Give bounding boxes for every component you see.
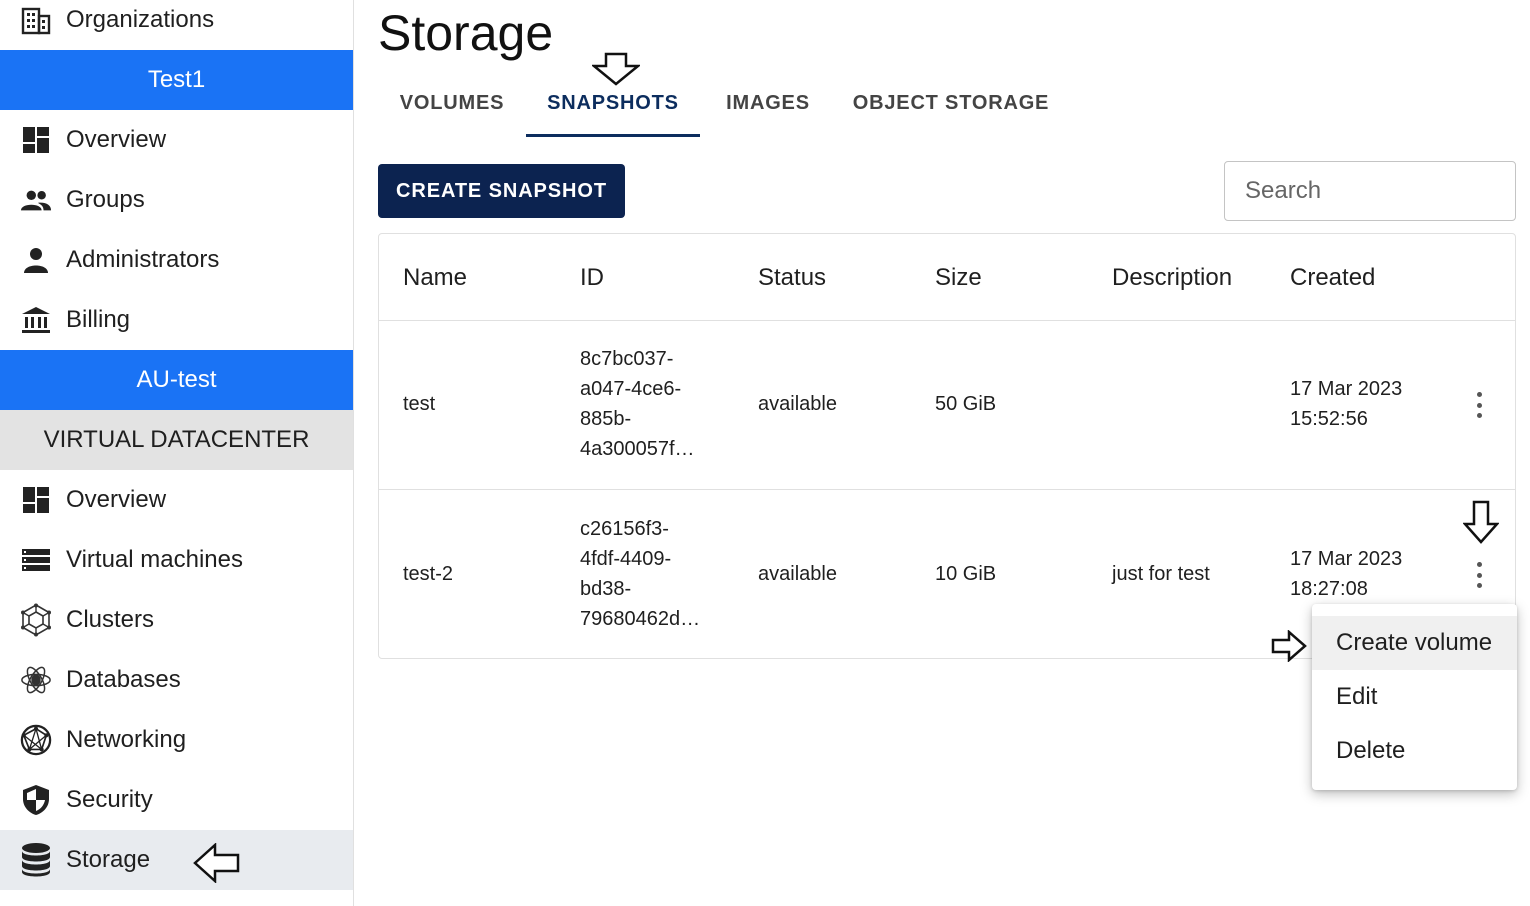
sidebar-item-organizations[interactable]: Organizations [0,0,353,50]
snapshots-table: Name ID Status Size Description Created … [378,233,1516,659]
row-context-menu: Create volume Edit Delete [1312,604,1517,790]
snapshot-status: available [758,393,837,415]
annotation-arrow-down-icon [1462,500,1500,549]
menu-item-edit[interactable]: Edit [1312,670,1517,724]
sidebar-item-org-overview[interactable]: Overview [0,110,353,170]
globe-icon [20,724,52,756]
sidebar: Organizations Test1 Overview Groups Admi… [0,0,354,906]
snapshot-name: test-2 [403,563,454,585]
sidebar-item-networking[interactable]: Networking [0,710,353,770]
snapshot-size: 50 GiB [935,393,997,415]
sidebar-item-label: Organizations [66,6,215,33]
sidebar-item-security[interactable]: Security [0,770,353,830]
snapshot-description: just for test [1112,563,1210,585]
header-divider [379,320,1515,321]
sidebar-item-clusters[interactable]: Clusters [0,590,353,650]
cluster-icon [20,603,52,637]
sidebar-item-billing[interactable]: Billing [0,290,353,350]
sidebar-item-virtual-machines[interactable]: Virtual machines [0,530,353,590]
column-header-id[interactable]: ID [580,264,604,292]
tab-snapshots[interactable]: SNAPSHOTS [526,70,700,136]
sidebar-item-label: Administrators [66,246,220,273]
sidebar-item-groups[interactable]: Groups [0,170,353,230]
organization-name[interactable]: Test1 [0,50,353,110]
page-title: Storage [378,5,554,61]
shield-icon [20,784,52,816]
sidebar-item-label: Virtual machines [66,546,243,573]
create-snapshot-button[interactable]: CREATE SNAPSHOT [378,164,625,218]
column-header-name[interactable]: Name [403,264,467,292]
menu-item-create-volume[interactable]: Create volume [1312,616,1517,670]
project-name[interactable]: AU-test [0,350,353,410]
snapshot-created: 17 Mar 2023 18:27:08 [1290,548,1403,600]
snapshot-created: 17 Mar 2023 15:52:56 [1290,378,1403,430]
row-actions-kebab-icon[interactable] [1469,390,1489,420]
sidebar-item-label: Clusters [66,606,155,633]
sidebar-item-storage[interactable]: Storage [0,830,353,890]
sidebar-item-label: Security [66,786,153,813]
snapshot-id: 8c7bc037- a047-4ce6- 885b- 4a300057f… [580,348,695,460]
person-icon [20,244,52,276]
column-header-status[interactable]: Status [758,264,826,292]
sidebar-item-databases[interactable]: Databases [0,650,353,710]
column-header-created[interactable]: Created [1290,264,1375,292]
tab-volumes[interactable]: VOLUMES [378,70,526,136]
sidebar-item-label: Storage [66,846,151,873]
tab-images[interactable]: IMAGES [700,70,836,136]
snapshot-name: test [403,393,436,415]
sidebar-item-label: Billing [66,306,131,333]
sidebar-item-administrators[interactable]: Administrators [0,230,353,290]
search-input[interactable] [1224,161,1516,221]
list-icon [20,544,52,576]
row-divider [379,489,1515,490]
tab-object-storage[interactable]: OBJECT STORAGE [836,70,1066,136]
menu-item-delete[interactable]: Delete [1312,724,1517,778]
sidebar-item-label: Overview [66,126,167,153]
column-header-size[interactable]: Size [935,264,982,292]
active-tab-indicator [526,134,700,137]
column-header-description[interactable]: Description [1112,264,1232,292]
sidebar-item-label: Networking [66,726,187,753]
snapshot-status: available [758,563,837,585]
section-header-virtual-datacenter: VIRTUAL DATACENTER [0,410,353,470]
atom-icon [20,664,52,696]
sidebar-item-label: Overview [66,486,167,513]
annotation-arrow-right-icon [1271,629,1307,667]
dashboard-icon [20,484,52,516]
bank-icon [20,304,52,336]
snapshot-id: c26156f3- 4fdf-4409- bd38- 79680462d… [580,518,701,630]
snapshot-size: 10 GiB [935,563,997,585]
sidebar-item-label: Databases [66,666,181,693]
sidebar-item-vdc-overview[interactable]: Overview [0,470,353,530]
dashboard-icon [20,124,52,156]
group-icon [20,184,52,216]
building-icon [20,4,52,36]
sidebar-item-label: Groups [66,186,145,213]
row-actions-kebab-icon[interactable] [1469,560,1489,590]
annotation-arrow-left-icon [193,842,241,888]
database-icon [20,843,52,877]
